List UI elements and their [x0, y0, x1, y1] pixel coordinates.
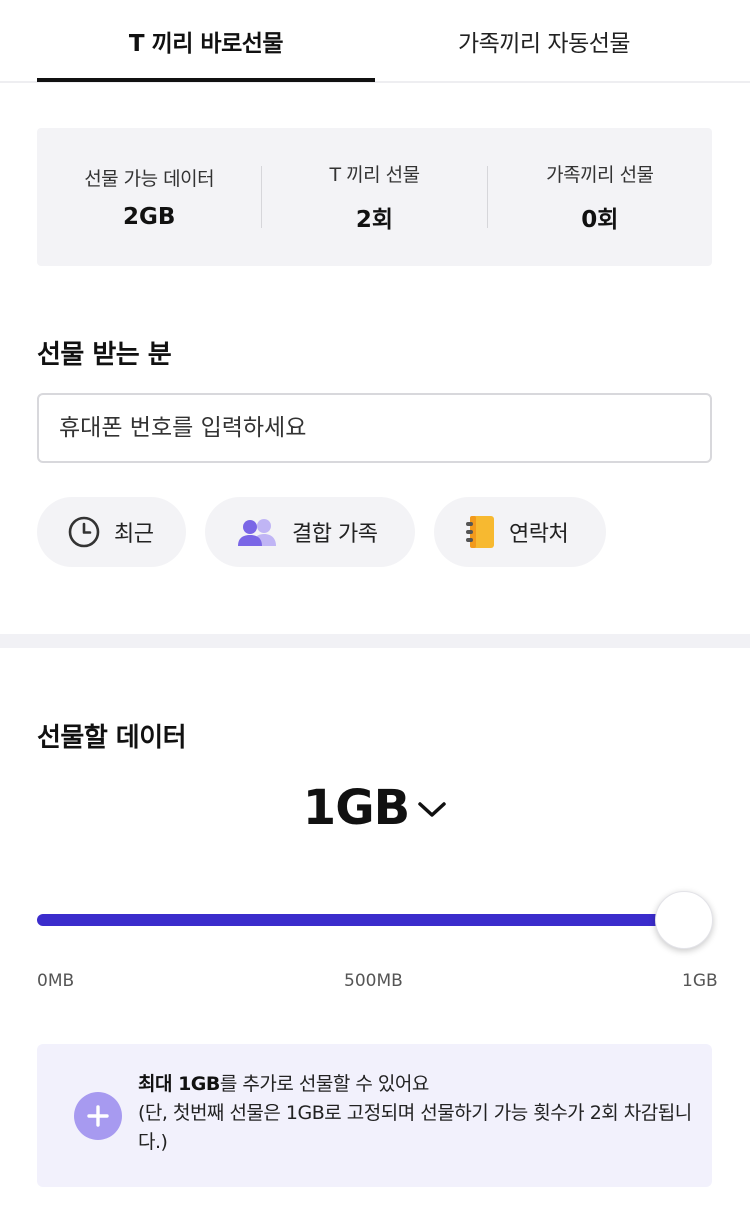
gift-summary-box: 선물 가능 데이터 2GB T 끼리 선물 2회 가족끼리 선물 0회 — [37, 128, 712, 266]
slider-max-label: 1GB — [682, 971, 718, 991]
slider-handle[interactable] — [655, 891, 713, 949]
selected-amount: 1GB — [302, 780, 410, 836]
phone-number-input[interactable] — [37, 393, 712, 463]
summary-label: 선물 가능 데이터 — [84, 168, 215, 190]
summary-available-data: 선물 가능 데이터 2GB — [37, 128, 261, 266]
contacts-button[interactable]: 연락처 — [434, 497, 606, 567]
combined-family-button[interactable]: 결합 가족 — [205, 497, 415, 567]
amount-selector[interactable]: 1GB — [0, 780, 750, 836]
chevron-down-icon — [417, 800, 447, 820]
people-icon — [236, 517, 278, 547]
summary-label: T 끼리 선물 — [329, 164, 420, 186]
tab-family-auto-gift[interactable]: 가족끼리 자동선물 — [375, 0, 713, 81]
recent-button-label: 최근 — [114, 522, 154, 547]
recipient-section-title: 선물 받는 분 — [37, 340, 172, 370]
notice-line2: (단, 첫번째 선물은 1GB로 고정되며 선물하기 가능 횟수가 2회 차감됩… — [138, 1102, 692, 1153]
summary-value: 2회 — [355, 207, 394, 233]
summary-t-gift-count: T 끼리 선물 2회 — [262, 128, 486, 266]
section-separator — [0, 634, 750, 648]
combined-family-button-label: 결합 가족 — [292, 522, 378, 547]
summary-label: 가족끼리 선물 — [546, 164, 654, 186]
contacts-button-label: 연락처 — [509, 522, 569, 547]
data-amount-slider-track[interactable] — [37, 914, 687, 926]
summary-family-gift-count: 가족끼리 선물 0회 — [488, 128, 712, 266]
slider-min-label: 0MB — [37, 971, 75, 991]
notice-highlight: 최대 1GB — [138, 1073, 220, 1095]
notice-line1: 를 추가로 선물할 수 있어요 — [219, 1073, 429, 1095]
slider-mid-label: 500MB — [344, 971, 403, 991]
plus-icon — [74, 1092, 122, 1140]
summary-value: 2GB — [122, 204, 176, 230]
tab-t-direct-gift[interactable]: T 끼리 바로선물 — [37, 0, 375, 81]
clock-icon — [68, 516, 100, 548]
address-book-icon — [465, 515, 495, 549]
gift-notice-box: 최대 1GB를 추가로 선물할 수 있어요 (단, 첫번째 선물은 1GB로 고… — [37, 1044, 712, 1187]
summary-value: 0회 — [581, 207, 619, 233]
gift-data-section-title: 선물할 데이터 — [37, 723, 187, 753]
tab-bar: T 끼리 바로선물 가족끼리 자동선물 — [0, 0, 750, 83]
notice-text: 최대 1GB를 추가로 선물할 수 있어요 (단, 첫번째 선물은 1GB로 고… — [138, 1070, 698, 1157]
active-tab-indicator — [37, 78, 375, 82]
recent-button[interactable]: 최근 — [37, 497, 186, 567]
